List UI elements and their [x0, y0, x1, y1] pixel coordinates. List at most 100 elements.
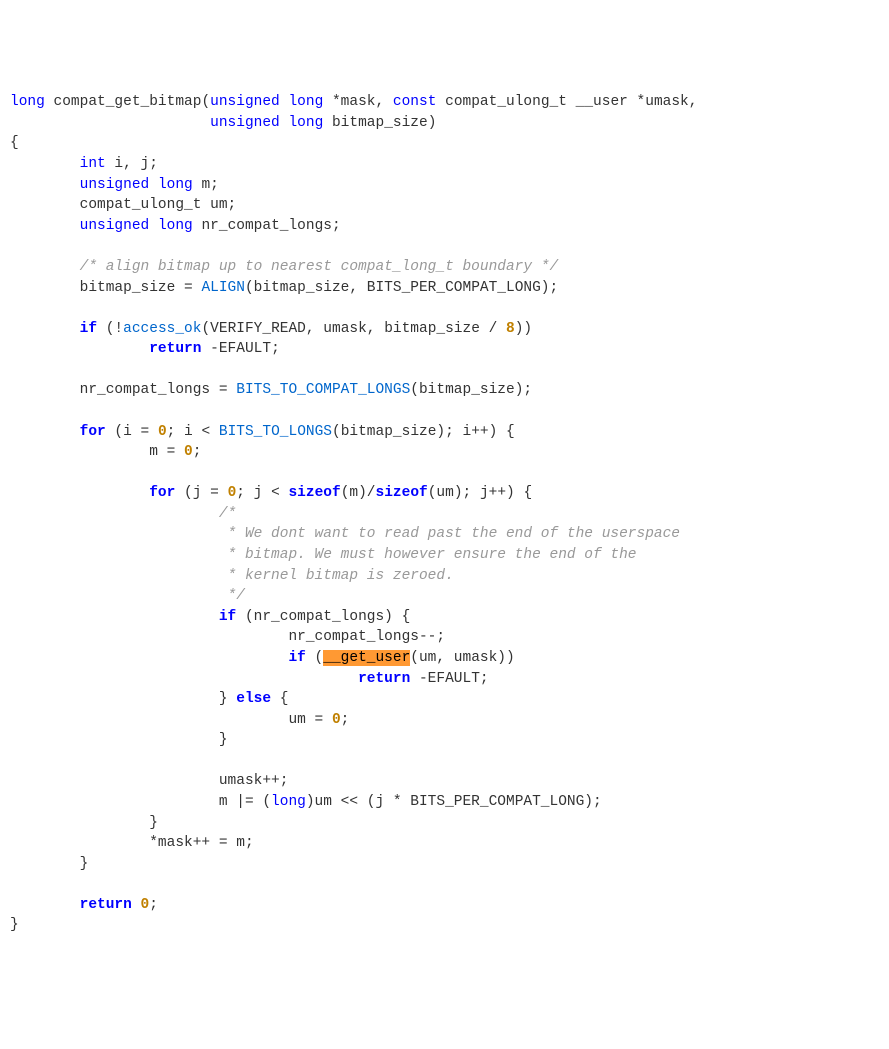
comment: * bitmap. We must however ensure the end… — [10, 547, 637, 563]
code-block: long compat_get_bitmap(unsigned long *ma… — [10, 92, 879, 936]
code-text: um = — [10, 712, 332, 728]
keyword-return: return — [80, 897, 132, 913]
code-text — [10, 671, 358, 687]
code-text: bitmap_size = — [10, 280, 201, 296]
code-text — [10, 321, 80, 337]
code-text: (bitmap_size); — [410, 382, 532, 398]
function-access-ok: access_ok — [123, 321, 201, 337]
code-text: (j = — [175, 485, 227, 501]
code-text: -EFAULT; — [201, 341, 279, 357]
keyword-long: long — [271, 794, 306, 810]
keyword-for: for — [80, 424, 106, 440]
comment: * We dont want to read past the end of t… — [10, 526, 680, 542]
code-text: { — [271, 691, 288, 707]
keyword-unsigned: unsigned — [210, 115, 280, 131]
code-text: bitmap_size) — [323, 115, 436, 131]
code-text: } — [10, 815, 158, 831]
code-text: ; — [341, 712, 350, 728]
comment: * kernel bitmap is zeroed. — [10, 568, 454, 584]
code-text: (m)/ — [341, 485, 376, 501]
keyword-long: long — [10, 94, 45, 110]
code-text: (i = — [106, 424, 158, 440]
number: 0 — [184, 444, 193, 460]
code-text — [149, 218, 158, 234]
keyword-sizeof: sizeof — [288, 485, 340, 501]
code-text: ; i < — [167, 424, 219, 440]
function-bits-to-compat-longs: BITS_TO_COMPAT_LONGS — [236, 382, 410, 398]
code-text: nr_compat_longs; — [193, 218, 341, 234]
code-text: m; — [193, 177, 219, 193]
code-text: *mask, — [323, 94, 393, 110]
keyword-sizeof: sizeof — [376, 485, 428, 501]
keyword-long: long — [288, 94, 323, 110]
code-text — [10, 341, 149, 357]
code-text: ; — [193, 444, 202, 460]
code-text: ; — [149, 897, 158, 913]
keyword-for: for — [149, 485, 175, 501]
code-text — [10, 485, 149, 501]
code-text: (bitmap_size, BITS_PER_COMPAT_LONG); — [245, 280, 558, 296]
code-text — [10, 115, 210, 131]
code-text: m = — [10, 444, 184, 460]
code-text: compat_ulong_t um; — [10, 197, 236, 213]
keyword-return: return — [358, 671, 410, 687]
code-text: compat_get_bitmap( — [45, 94, 210, 110]
keyword-return: return — [149, 341, 201, 357]
code-text: nr_compat_longs--; — [10, 629, 445, 645]
code-text: } — [10, 691, 236, 707]
code-text: } — [10, 856, 88, 872]
keyword-long: long — [158, 177, 193, 193]
code-text: (um, umask)) — [410, 650, 514, 666]
code-text — [10, 218, 80, 234]
code-text: (bitmap_size); i++) { — [332, 424, 515, 440]
code-text — [132, 897, 141, 913]
code-text: (VERIFY_READ, umask, bitmap_size / — [201, 321, 506, 337]
code-text — [149, 177, 158, 193]
keyword-unsigned: unsigned — [80, 177, 150, 193]
keyword-if: if — [219, 609, 236, 625]
number: 0 — [228, 485, 237, 501]
code-text: (! — [97, 321, 123, 337]
keyword-int: int — [80, 156, 106, 172]
comment: /* — [10, 506, 236, 522]
keyword-unsigned: unsigned — [210, 94, 280, 110]
comment: */ — [10, 588, 245, 604]
number: 0 — [141, 897, 150, 913]
code-text: } — [10, 917, 19, 933]
keyword-if: if — [288, 650, 305, 666]
number: 0 — [158, 424, 167, 440]
keyword-unsigned: unsigned — [80, 218, 150, 234]
code-text: )) — [515, 321, 532, 337]
code-text: m |= ( — [10, 794, 271, 810]
keyword-else: else — [236, 691, 271, 707]
highlighted-get-user: __get_user — [323, 650, 410, 666]
code-text: } — [10, 732, 228, 748]
number: 0 — [332, 712, 341, 728]
code-text: nr_compat_longs = — [10, 382, 236, 398]
keyword-long: long — [158, 218, 193, 234]
code-text — [10, 424, 80, 440]
keyword-long: long — [288, 115, 323, 131]
code-text: (nr_compat_longs) { — [236, 609, 410, 625]
keyword-if: if — [80, 321, 97, 337]
comment: /* align bitmap up to nearest compat_lon… — [10, 259, 558, 275]
function-bits-to-longs: BITS_TO_LONGS — [219, 424, 332, 440]
code-text: -EFAULT; — [410, 671, 488, 687]
code-text — [10, 609, 219, 625]
code-text: umask++; — [10, 773, 288, 789]
code-text: ; j < — [236, 485, 288, 501]
function-align: ALIGN — [201, 280, 245, 296]
code-text: *mask++ = m; — [10, 835, 254, 851]
code-text: (um); j++) { — [428, 485, 532, 501]
code-text: )um << (j * BITS_PER_COMPAT_LONG); — [306, 794, 602, 810]
code-text — [10, 897, 80, 913]
number: 8 — [506, 321, 515, 337]
keyword-const: const — [393, 94, 437, 110]
code-text: compat_ulong_t __user *umask, — [436, 94, 697, 110]
code-text — [10, 650, 288, 666]
code-text — [10, 177, 80, 193]
code-text: ( — [306, 650, 323, 666]
code-text: i, j; — [106, 156, 158, 172]
code-text: { — [10, 135, 19, 151]
code-text — [10, 156, 80, 172]
